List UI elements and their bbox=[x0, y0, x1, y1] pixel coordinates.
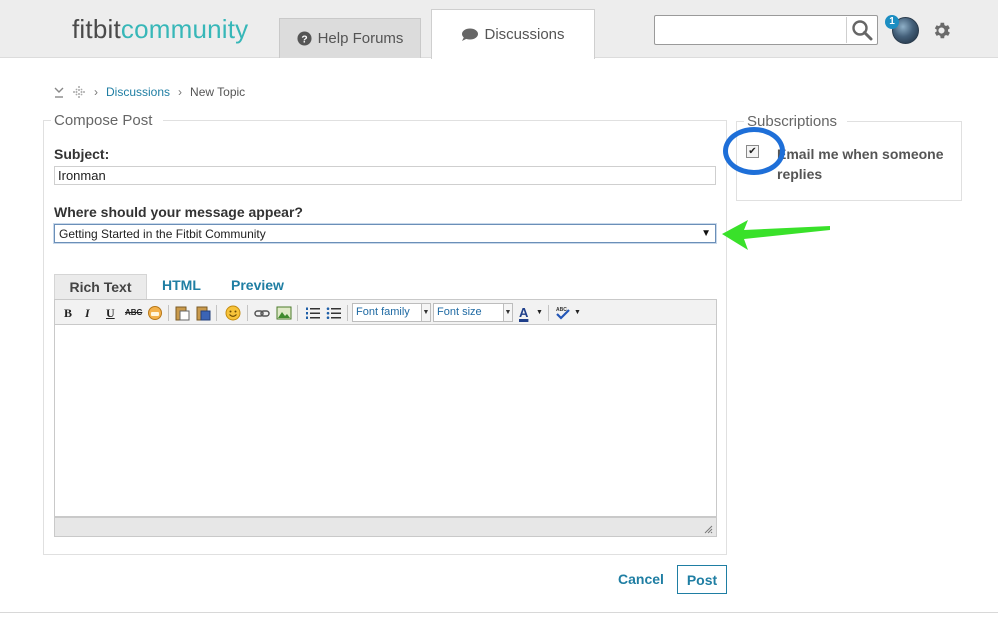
resize-grip-icon[interactable] bbox=[703, 524, 713, 534]
logo-text-fitbit: fitbit bbox=[72, 14, 121, 44]
compose-border bbox=[43, 120, 51, 121]
post-button[interactable]: Post bbox=[677, 565, 727, 594]
notification-badge[interactable]: 1 bbox=[885, 15, 899, 29]
editor-body[interactable] bbox=[54, 325, 717, 517]
font-family-select[interactable]: Font family ▼ bbox=[352, 303, 431, 322]
tab-discussions-label: Discussions bbox=[484, 26, 565, 43]
link-icon[interactable] bbox=[254, 305, 270, 321]
tab-html[interactable]: HTML bbox=[162, 277, 201, 293]
numbered-list-icon[interactable] bbox=[305, 305, 321, 321]
svg-text:?: ? bbox=[301, 34, 307, 45]
tab-rich-text[interactable]: Rich Text bbox=[54, 274, 147, 299]
tab-help-forums-label: Help Forums bbox=[317, 30, 404, 47]
chevron-right-icon: › bbox=[94, 85, 98, 99]
strikethrough-button[interactable]: ABC bbox=[125, 305, 142, 321]
italic-button[interactable]: I bbox=[85, 305, 90, 321]
subscriptions-border bbox=[736, 121, 744, 122]
location-label: Where should your message appear? bbox=[54, 204, 303, 220]
text-color-dropdown-icon[interactable]: ▼ bbox=[536, 305, 543, 321]
chevron-right-icon: › bbox=[178, 85, 183, 99]
spellcheck-dropdown-icon[interactable]: ▼ bbox=[574, 305, 581, 321]
logo-text-community: community bbox=[120, 14, 249, 44]
tab-discussions[interactable]: Discussions bbox=[431, 9, 595, 59]
annotation-arrow bbox=[722, 220, 830, 250]
spellcheck-icon[interactable]: ABC bbox=[555, 305, 571, 321]
email-notify-label[interactable]: Email me when someone replies bbox=[777, 144, 952, 184]
speech-bubble-icon bbox=[462, 28, 479, 41]
toolbar-separator bbox=[297, 305, 298, 321]
subject-input[interactable] bbox=[54, 166, 716, 185]
toolbar-separator bbox=[216, 305, 217, 321]
search-input[interactable] bbox=[654, 15, 878, 45]
cancel-button[interactable]: Cancel bbox=[618, 571, 664, 587]
question-circle-icon: ? bbox=[297, 31, 312, 46]
annotation-circle bbox=[723, 127, 785, 175]
dropdown-arrow-icon: ▼ bbox=[503, 304, 512, 321]
search-icon[interactable] bbox=[851, 19, 873, 41]
emoticon-icon[interactable] bbox=[225, 305, 241, 321]
underline-button[interactable]: U bbox=[106, 305, 115, 321]
breadcrumb: › Discussions › New Topic bbox=[54, 84, 245, 100]
toolbar-separator bbox=[548, 305, 549, 321]
bullet-list-icon[interactable] bbox=[326, 305, 342, 321]
fitbit-community-logo[interactable]: fitbitcommunity bbox=[72, 14, 248, 45]
tab-help-forums[interactable]: ? Help Forums bbox=[279, 18, 421, 58]
toolbar-separator bbox=[247, 305, 248, 321]
toolbar-separator bbox=[347, 305, 348, 321]
image-icon[interactable] bbox=[276, 305, 292, 321]
subscriptions-border bbox=[847, 121, 962, 122]
font-family-label: Font family bbox=[356, 306, 410, 318]
font-size-label: Font size bbox=[437, 306, 482, 318]
clear-formatting-icon[interactable] bbox=[147, 305, 163, 321]
paste-icon[interactable] bbox=[174, 305, 190, 321]
location-select[interactable]: Getting Started in the Fitbit Community … bbox=[54, 224, 716, 243]
subject-label: Subject: bbox=[54, 146, 110, 162]
tab-preview[interactable]: Preview bbox=[231, 277, 284, 293]
paste-word-icon[interactable] bbox=[195, 305, 211, 321]
dropdown-arrow-icon: ▼ bbox=[421, 304, 430, 321]
toolbar-separator bbox=[168, 305, 169, 321]
home-icon[interactable] bbox=[72, 85, 86, 99]
breadcrumb-discussions[interactable]: Discussions bbox=[106, 85, 170, 99]
editor-toolbar: B I U ABC Font family ▼ Font size ▼ A ▼ … bbox=[54, 299, 717, 325]
editor-status-bar bbox=[54, 517, 717, 537]
search-divider bbox=[846, 17, 847, 43]
font-size-select[interactable]: Font size ▼ bbox=[433, 303, 513, 322]
compose-border bbox=[163, 120, 727, 121]
bold-button[interactable]: B bbox=[64, 305, 72, 321]
compose-post-legend: Compose Post bbox=[54, 112, 153, 129]
dropdown-arrow-icon: ▼ bbox=[701, 228, 711, 239]
collapse-icon[interactable] bbox=[54, 86, 64, 98]
location-selected-value: Getting Started in the Fitbit Community bbox=[59, 226, 266, 241]
page-divider bbox=[0, 612, 998, 613]
text-color-button[interactable]: A bbox=[519, 305, 528, 321]
gear-icon[interactable] bbox=[931, 20, 952, 41]
breadcrumb-current: New Topic bbox=[190, 85, 246, 99]
